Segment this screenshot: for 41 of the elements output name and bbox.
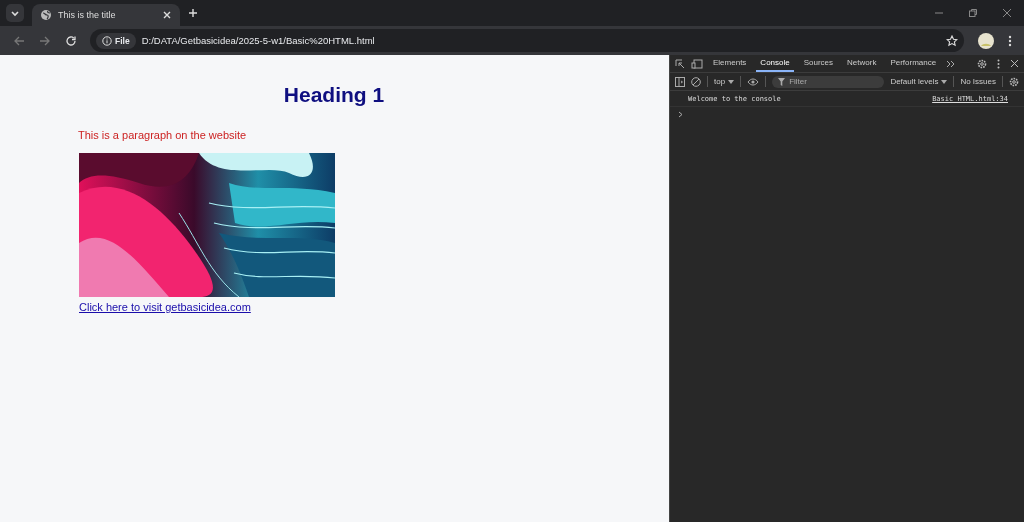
globe-icon: [40, 9, 52, 21]
more-menu-icon[interactable]: [997, 58, 1000, 69]
more-tabs-icon[interactable]: [946, 59, 957, 68]
context-dropdown[interactable]: top: [714, 77, 735, 86]
dropdown-arrow-icon: [728, 79, 735, 84]
filter-icon: [778, 77, 786, 86]
devtools-tab[interactable]: Console: [756, 55, 794, 72]
settings-icon[interactable]: [1009, 76, 1019, 87]
device-toolbar-icon[interactable]: [691, 58, 703, 69]
devtools-tab[interactable]: Sources: [799, 55, 838, 72]
back-arrow-icon[interactable]: [13, 34, 25, 47]
eye-icon[interactable]: [747, 77, 760, 86]
url-text[interactable]: D:/DATA/Getbasicidea/2025-5-w1/Basic%20HTML.html: [141, 35, 940, 46]
inspect-icon[interactable]: [675, 58, 685, 69]
prompt-chevron-icon[interactable]: [678, 111, 683, 118]
star-icon[interactable]: [946, 34, 958, 47]
site-info-button[interactable]: File: [96, 32, 136, 49]
plus-icon[interactable]: [188, 8, 198, 18]
more-menu-icon[interactable]: [1008, 34, 1012, 47]
tab-search-button[interactable]: [6, 4, 24, 22]
restore-icon[interactable]: [968, 8, 978, 18]
devtools-tab[interactable]: Performance: [886, 55, 941, 72]
profile-avatar-icon[interactable]: [978, 32, 994, 49]
filter-field[interactable]: Filter: [772, 75, 885, 88]
dropdown-arrow-icon: [941, 79, 948, 84]
settings-icon[interactable]: [977, 58, 987, 69]
paragraph: This is a paragraph on the website: [78, 129, 247, 141]
devtools-tab[interactable]: Network: [843, 55, 881, 72]
forward-arrow-icon[interactable]: [39, 34, 51, 47]
browser-tab[interactable]: This is the title: [32, 4, 180, 26]
devtools-tab[interactable]: Elements: [709, 55, 751, 72]
clear-console-icon[interactable]: [691, 76, 701, 87]
link[interactable]: Click here to visit getbasicidea.com: [79, 301, 251, 313]
info-icon: [102, 35, 112, 46]
close-icon[interactable]: [1010, 59, 1019, 68]
close-icon[interactable]: [1002, 8, 1012, 18]
reload-icon[interactable]: [65, 34, 77, 47]
sidebar-icon[interactable]: [675, 76, 685, 87]
issues-button[interactable]: No Issues: [960, 77, 996, 86]
levels-dropdown[interactable]: Default levels: [890, 77, 948, 86]
heading: Heading 1: [283, 83, 385, 107]
